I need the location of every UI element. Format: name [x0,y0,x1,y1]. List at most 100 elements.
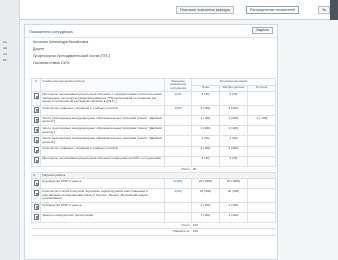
tab-plan-indicators[interactable]: Плановые показатели кафедры [176,6,235,14]
dark-edge [330,0,338,20]
row-distributed: 5 (400) [219,145,248,157]
row-distributed: 20 (1000) [219,178,248,190]
tab-distribution[interactable]: Распределение показателей [246,6,300,14]
row-planned-link[interactable]: 2(20) [164,188,192,203]
row-name: Руководство НИР студента [40,201,165,214]
document-icon[interactable] [34,126,40,133]
row-distributed: 3 (30) [219,91,248,106]
row-remainder [246,91,277,106]
employee-rate: Основная ставка 100% [33,61,70,65]
row-plan: 20 (1000) [191,178,220,190]
document-icon[interactable] [34,147,40,154]
table-row: Руководство НИР студента 2(100) 20 (1000) 2… [31,178,277,190]
col-num: # [31,77,41,93]
row-remainder [246,155,277,167]
row-planned-link[interactable] [164,145,192,157]
left-strip-label[interactable]: СХ [3,52,7,56]
left-strip-label[interactable]: БУ [3,58,7,62]
document-icon[interactable] [34,213,40,220]
document-icon[interactable] [34,190,40,197]
table-row: Количество изданных учебников и учебных … [31,104,277,116]
col-plan: План [191,84,220,93]
col-name: Учебно-методическая работа [40,77,165,93]
table-row: Руководство НИР студента 2 (100) 2 (100) [31,201,277,214]
document-icon[interactable] [34,137,40,144]
row-planned-link[interactable] [164,114,192,127]
row-distributed: 2 (100) [219,125,248,137]
row-planned-link[interactable]: 1(80) [164,104,192,116]
col-distributed: Распре-делено [219,84,248,93]
top-tab-bar: Плановые показатели кафедры Распределени… [20,0,338,20]
row-distributed: 2 (100) [219,201,248,214]
document-icon[interactable] [34,93,40,100]
row-remainder [246,145,277,157]
row-name: Защиты кандидатских диссертаций [40,211,165,224]
row-name: Число реализуемых международных образова… [40,125,165,137]
row-name: Руководство НИР студента [40,178,165,190]
row-name: Число реализуемых международных образова… [40,114,165,127]
table-row: Количество изданных учебников и учебных … [31,145,277,157]
row-distributed: 3 (30) [219,155,248,167]
row-remainder [246,125,277,137]
row-plan: 2 (100) [191,125,220,137]
row-name: Протоколы согласования результатов обуче… [40,91,165,106]
table-row: Протоколы согласования результатов обуче… [31,91,277,106]
left-strip-label[interactable]: На [3,40,7,44]
row-name: Число реализуемых международных образова… [40,135,165,147]
row-remainder [246,135,277,147]
row-remainder [246,188,277,203]
table-row: Число реализуемых международных образова… [31,125,277,137]
panel-title: Показатели сотрудника [29,29,73,34]
divider [25,37,277,38]
employee-position: Доцент [33,47,45,51]
employee-name: Антонова Александра Михайловна [33,40,89,44]
total-label: Общий итог: [31,228,192,236]
row-distributed: 2 (200) [219,114,248,127]
document-icon[interactable] [34,106,40,113]
document-icon[interactable] [34,157,40,164]
col-remainder: Остаток [246,84,277,93]
close-button[interactable]: Закрыть [251,27,273,34]
table-row: Защиты кандидатских диссертаций 1 (100) 1 … [31,211,277,224]
row-name: Протоколы согласования результатов обуче… [40,155,165,167]
document-icon[interactable] [34,203,40,210]
document-icon[interactable] [34,116,40,123]
total-value: 210 [191,228,276,236]
document-icon[interactable] [34,180,40,187]
employee-indicators-panel: Показатели сотрудника Закрыть Антонова А… [24,24,278,260]
table-row: Количество статей в научной периодике ин… [31,188,277,203]
row-planned-link[interactable] [164,155,192,167]
row-planned-link[interactable] [164,201,192,214]
row-plan: 1 (100) [191,211,220,224]
indicators-table: # Учебно-методическая работа Значение по… [31,77,277,236]
left-strip: На HE СХ БУ [0,0,20,260]
row-distributed: 5 (400) [219,104,248,116]
row-plan: 3 (30) [191,91,220,106]
row-remainder [246,211,277,224]
table-row: Число реализуемых международных образова… [31,114,277,127]
row-planned-link[interactable] [164,135,192,147]
table-row: Число реализуемых международных образова… [31,135,277,147]
row-remainder [246,104,277,116]
row-planned-link[interactable] [164,211,192,224]
left-strip-label[interactable]: HE [3,46,7,50]
row-remainder [246,178,277,190]
row-remainder [246,201,277,214]
row-planned-link[interactable] [164,125,192,137]
row-plan: 1 (50) [191,135,220,147]
row-plan: 5 (400) [191,104,220,116]
row-name: Количество статей в научной периодике ин… [40,188,165,203]
row-planned-link[interactable]: 1(10) [164,91,192,106]
row-planned-link[interactable]: 2(100) [164,178,192,190]
table-body: Протоколы согласования результатов обуче… [31,91,277,236]
row-plan: 2 (100) [191,201,220,214]
row-distributed: 1 (100) [219,211,248,224]
employee-staff: Профессорско-преподавательский состав (П… [33,54,110,58]
row-distributed: 1 (50) [219,135,248,147]
row-name: Количество изданных учебников и учебных … [40,145,165,157]
col-group: По распределению [190,78,277,86]
col-planned: Значение показателя сотрудника [164,77,192,93]
total-row: Общий итог: 210 [31,228,276,236]
tab-other[interactable]: Эк [318,6,330,14]
row-plan: 5 (400) [191,145,220,157]
